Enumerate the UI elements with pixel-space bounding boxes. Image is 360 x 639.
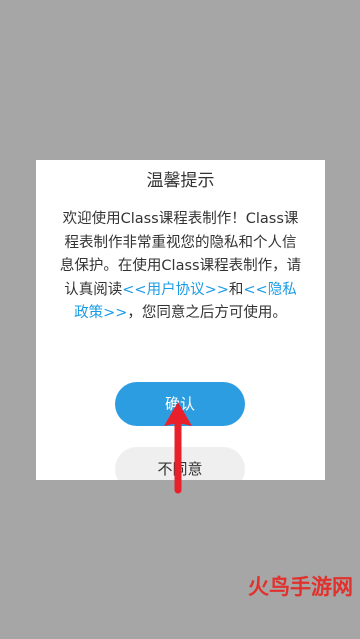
confirm-button[interactable]: 确认 [115, 382, 245, 426]
message-outro: ，您同意之后方可使用。 [127, 305, 287, 321]
message-connector: 和 [228, 281, 244, 298]
dialog-message: 欢迎使用Class课程表制作！Class课程表制作非常重视您的隐私和个人信息保护… [58, 208, 303, 326]
dialog-title: 温馨提示 [146, 171, 215, 191]
decline-button[interactable]: 不同意 [115, 447, 245, 480]
privacy-dialog: 温馨提示 欢迎使用Class课程表制作！Class课程表制作非常重视您的隐私和个… [36, 160, 325, 480]
user-agreement-link[interactable]: <<用户协议>> [122, 282, 229, 298]
site-watermark: 火鸟手游网 [248, 574, 353, 599]
